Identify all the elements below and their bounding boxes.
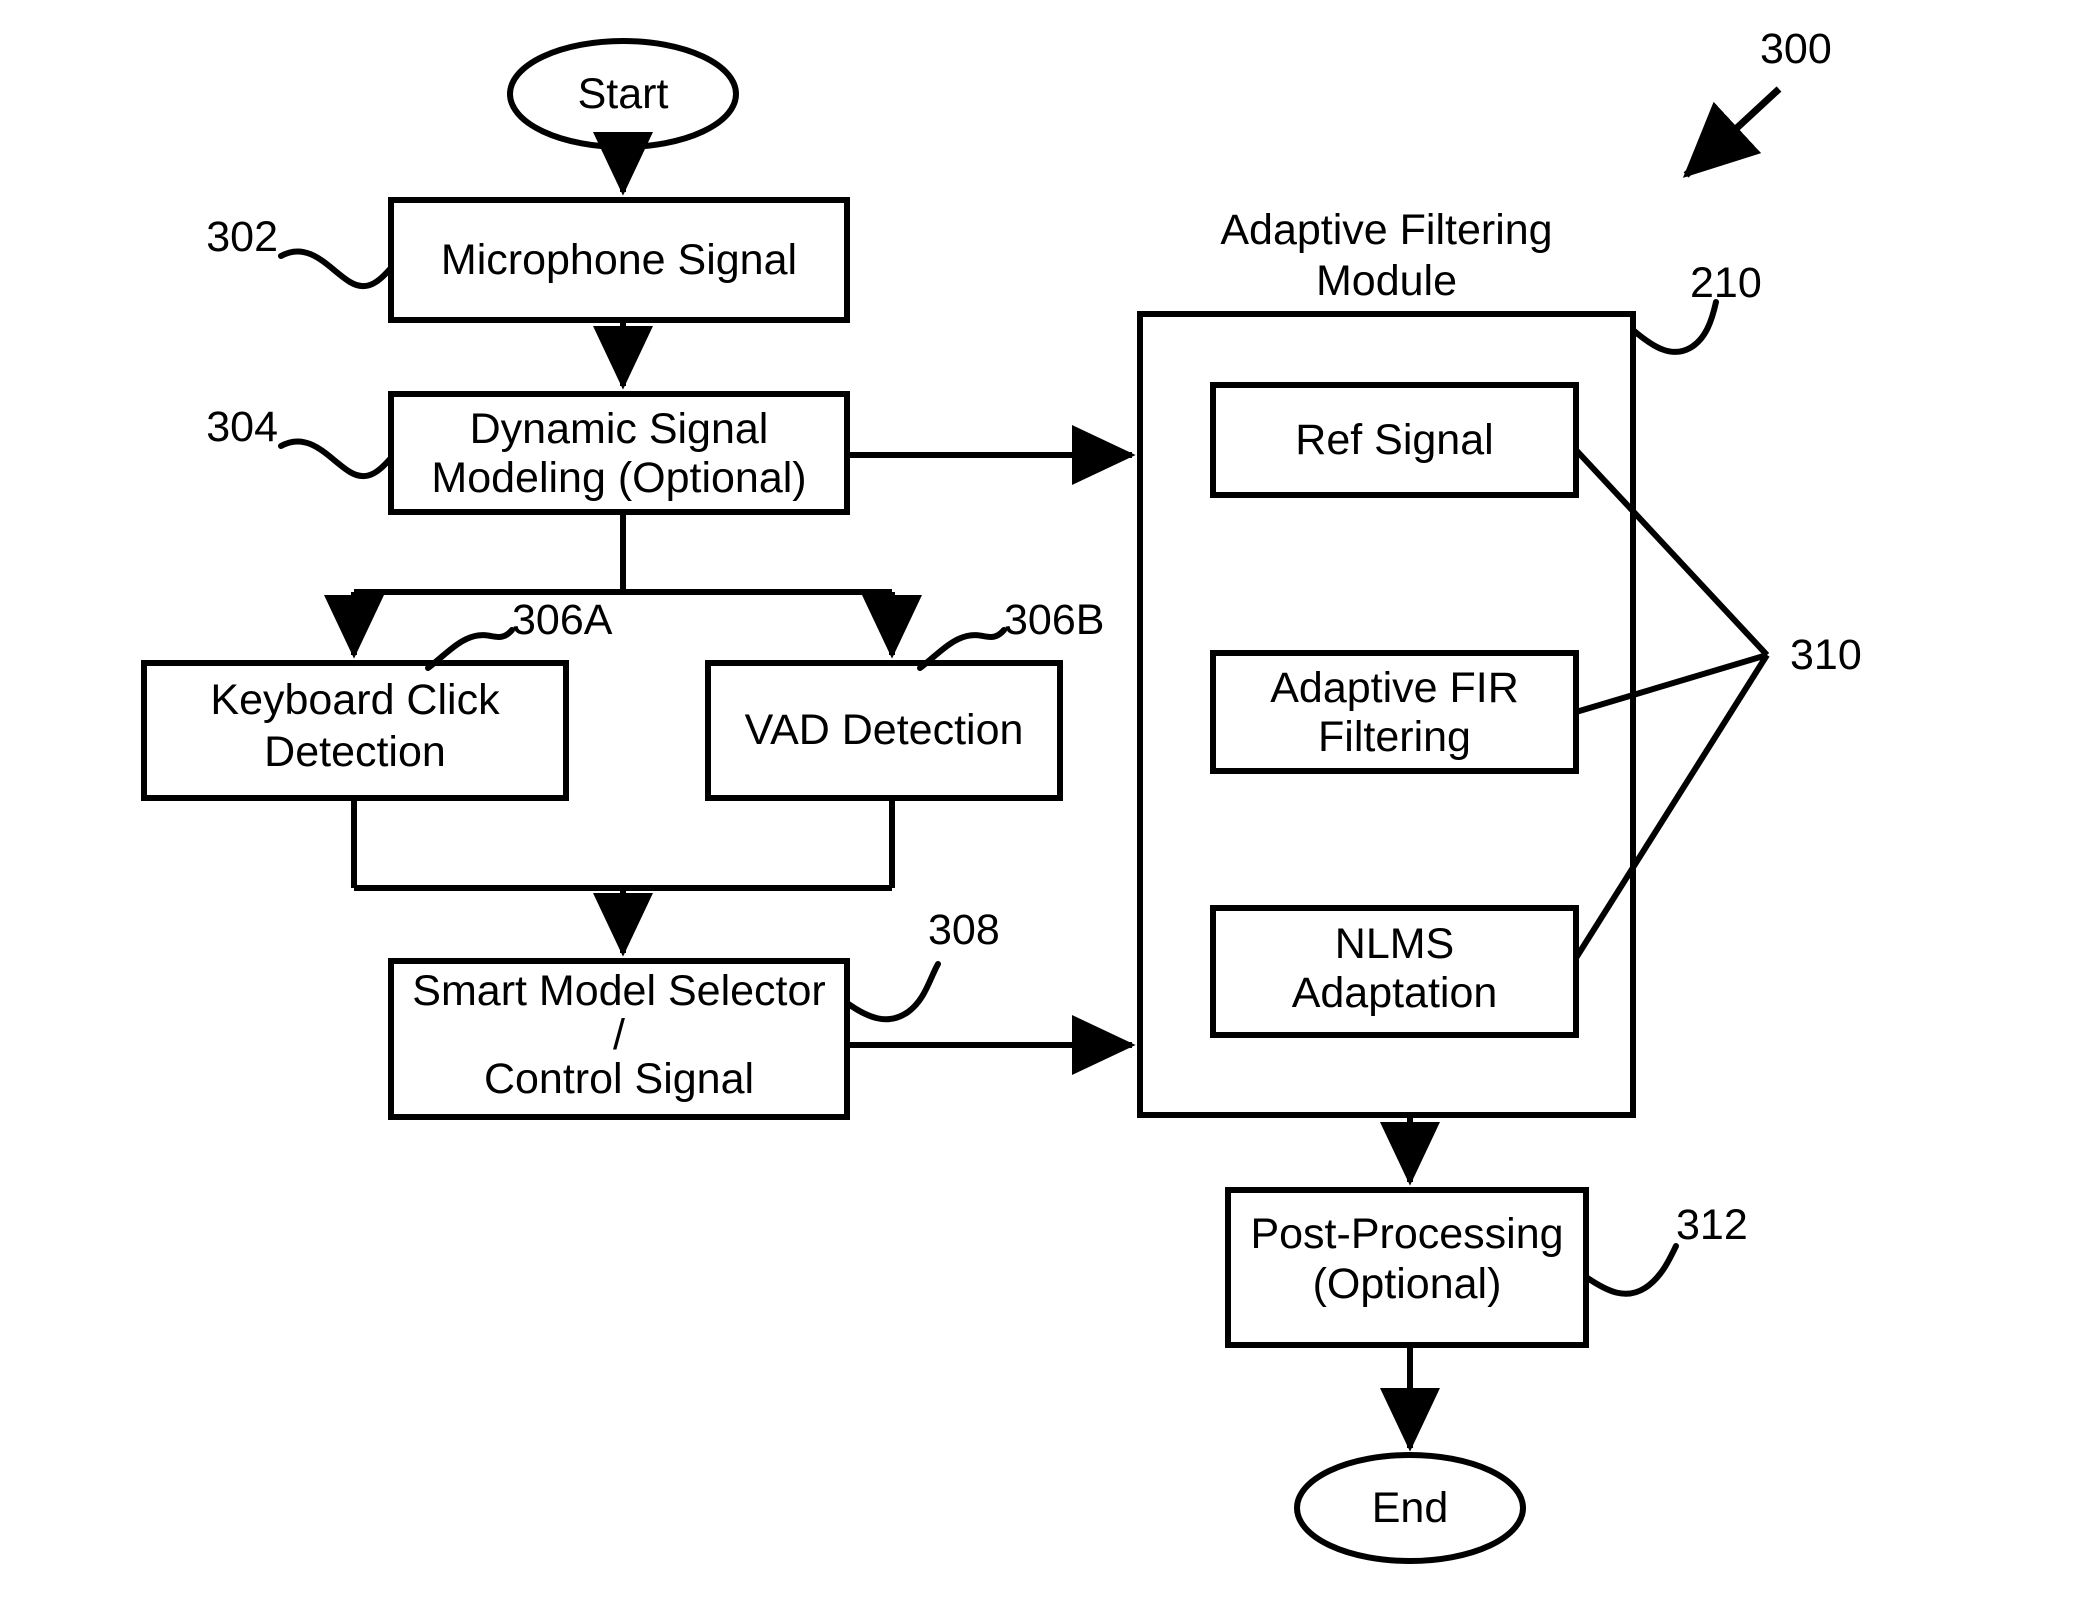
post-processing-box [1225,1187,1589,1348]
adaptive-fir-filtering-box [1210,650,1579,774]
figure-300-arrow [1682,86,1782,178]
dynamic-signal-modeling-box [388,391,850,515]
leader-304 [278,438,394,480]
vad-detection-box [705,660,1063,801]
microphone-signal-box [388,197,850,323]
keyboard-click-detection-box [141,660,569,801]
smart-model-selector-box [388,958,850,1120]
figure-canvas: Start 302 Microphone Signal 304 Dynamic … [0,0,2079,1623]
leader-302 [278,248,394,290]
start-terminator-shape [507,38,739,150]
leader-210 [1630,299,1719,355]
nlms-adaptation-box [1210,905,1579,1038]
ref-signal-box [1210,382,1579,498]
diagram-vector-layer [141,38,1782,1564]
leader-312 [1583,1243,1679,1297]
leader-308 [844,961,941,1023]
end-terminator-shape [1294,1452,1526,1564]
